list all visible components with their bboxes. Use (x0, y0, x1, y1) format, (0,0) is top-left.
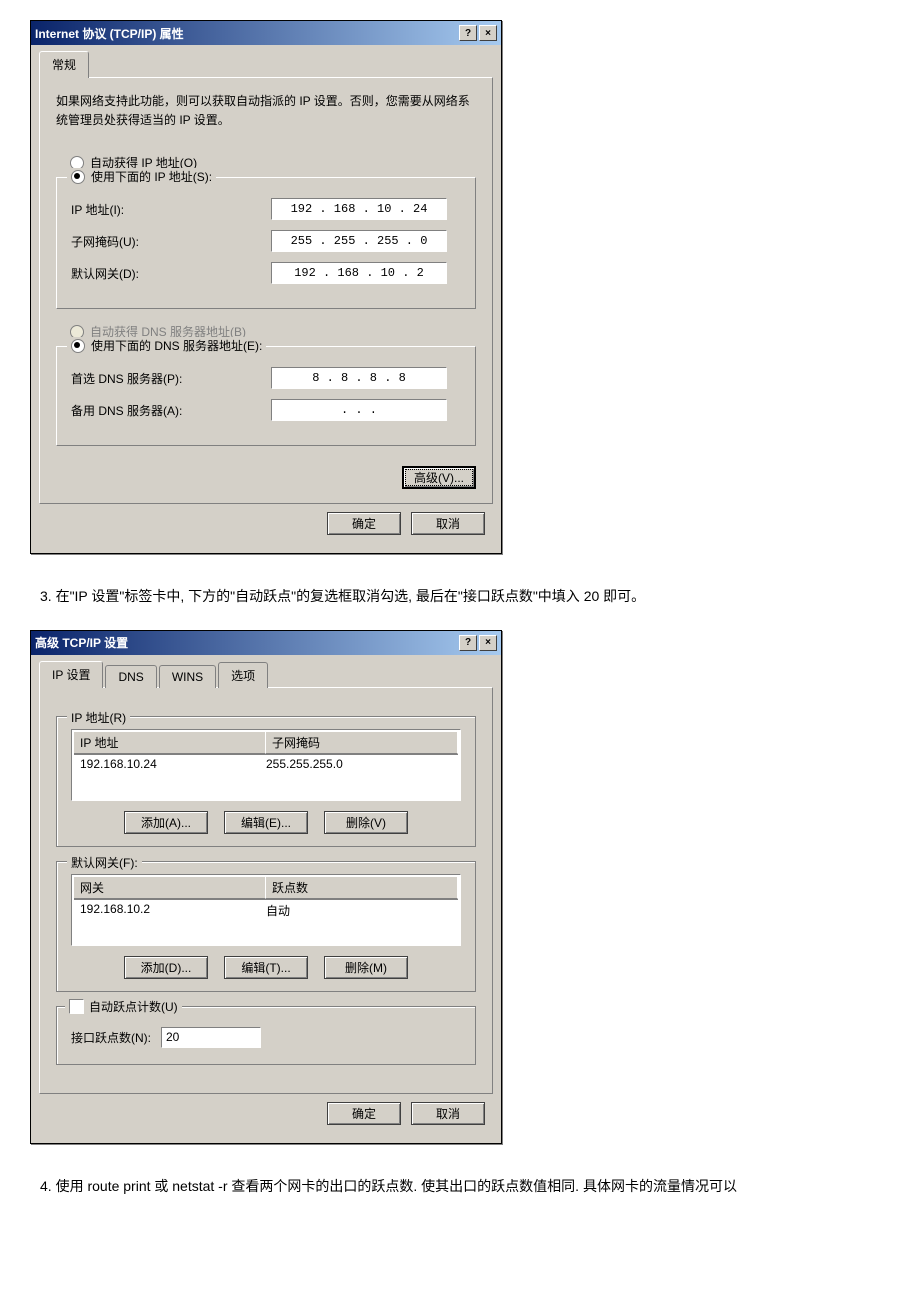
auto-metric-checkbox[interactable]: 自动跃点计数(U) (65, 998, 182, 1015)
dialog-title: Internet 协议 (TCP/IP) 属性 (35, 25, 184, 42)
radio-manual-ip[interactable]: 使用下面的 IP 地址(S): (67, 168, 216, 185)
description-text: 如果网络支持此功能，则可以获取自动指派的 IP 设置。否则，您需要从网络系统管理… (56, 92, 476, 130)
preferred-dns-label: 首选 DNS 服务器(P): (71, 370, 271, 387)
alternate-dns-input[interactable]: . . . (271, 399, 447, 421)
gateways-list[interactable]: 网关 跃点数 192.168.10.2 自动 (71, 874, 461, 946)
tab-ip-settings[interactable]: IP 设置 (39, 661, 103, 688)
advanced-button[interactable]: 高级(V)... (402, 466, 476, 489)
ip-addresses-group: IP 地址(R) IP 地址 子网掩码 192.168.10.24 255.25… (56, 716, 476, 847)
titlebar: Internet 协议 (TCP/IP) 属性 ? × (31, 21, 501, 45)
tcpip-properties-dialog: Internet 协议 (TCP/IP) 属性 ? × 常规 如果网络支持此功能… (30, 20, 502, 554)
add-ip-button[interactable]: 添加(A)... (124, 811, 208, 834)
alternate-dns-label: 备用 DNS 服务器(A): (71, 402, 271, 419)
tab-options[interactable]: 选项 (218, 662, 268, 688)
close-button[interactable]: × (479, 25, 497, 41)
add-gateway-button[interactable]: 添加(D)... (124, 956, 208, 979)
tab-wins[interactable]: WINS (159, 665, 216, 688)
metric-group: 自动跃点计数(U) 接口跃点数(N): 20 (56, 1006, 476, 1065)
subnet-mask-label: 子网掩码(U): (71, 233, 271, 250)
help-button[interactable]: ? (459, 635, 477, 651)
cancel-button[interactable]: 取消 (411, 512, 485, 535)
interface-metric-label: 接口跃点数(N): (71, 1029, 151, 1046)
close-button[interactable]: × (479, 635, 497, 651)
dialog-title: 高级 TCP/IP 设置 (35, 634, 128, 651)
tab-strip: IP 设置 DNS WINS 选项 (39, 661, 493, 688)
metric-column-header: 跃点数 (266, 877, 458, 899)
ok-button[interactable]: 确定 (327, 512, 401, 535)
delete-ip-button[interactable]: 删除(V) (324, 811, 408, 834)
tab-general[interactable]: 常规 (39, 51, 89, 78)
list-item[interactable]: 192.168.10.2 自动 (74, 900, 458, 921)
titlebar: 高级 TCP/IP 设置 ? × (31, 631, 501, 655)
mask-column-header: 子网掩码 (266, 732, 458, 754)
instruction-step-3: 3. 在"IP 设置"标签卡中, 下方的"自动跃点"的复选框取消勾选, 最后在"… (40, 584, 890, 609)
default-gateways-group: 默认网关(F): 网关 跃点数 192.168.10.2 自动 添加(D)...… (56, 861, 476, 992)
radio-icon (71, 339, 85, 353)
default-gateway-label: 默认网关(D): (71, 265, 271, 282)
ip-addresses-list[interactable]: IP 地址 子网掩码 192.168.10.24 255.255.255.0 (71, 729, 461, 801)
default-gateway-input[interactable]: 192 . 168 . 10 . 2 (271, 262, 447, 284)
instruction-step-4: 4. 使用 route print 或 netstat -r 查看两个网卡的出口… (40, 1174, 890, 1199)
ok-button[interactable]: 确定 (327, 1102, 401, 1125)
ip-column-header: IP 地址 (74, 732, 266, 754)
help-button[interactable]: ? (459, 25, 477, 41)
gateway-column-header: 网关 (74, 877, 266, 899)
interface-metric-input[interactable]: 20 (161, 1027, 261, 1048)
ip-address-input[interactable]: 192 . 168 . 10 . 24 (271, 198, 447, 220)
subnet-mask-input[interactable]: 255 . 255 . 255 . 0 (271, 230, 447, 252)
radio-manual-dns[interactable]: 使用下面的 DNS 服务器地址(E): (67, 337, 266, 354)
list-item[interactable]: 192.168.10.24 255.255.255.0 (74, 755, 458, 773)
ip-address-label: IP 地址(I): (71, 201, 271, 218)
advanced-tcpip-dialog: 高级 TCP/IP 设置 ? × IP 设置 DNS WINS 选项 IP 地址… (30, 630, 502, 1144)
preferred-dns-input[interactable]: 8 . 8 . 8 . 8 (271, 367, 447, 389)
tab-strip: 常规 (39, 51, 493, 78)
cancel-button[interactable]: 取消 (411, 1102, 485, 1125)
edit-gateway-button[interactable]: 编辑(T)... (224, 956, 308, 979)
delete-gateway-button[interactable]: 删除(M) (324, 956, 408, 979)
tab-dns[interactable]: DNS (105, 665, 156, 688)
checkbox-icon (69, 999, 84, 1014)
radio-icon (71, 170, 85, 184)
edit-ip-button[interactable]: 编辑(E)... (224, 811, 308, 834)
default-gateways-legend: 默认网关(F): (67, 854, 142, 871)
ip-addresses-legend: IP 地址(R) (67, 709, 130, 726)
